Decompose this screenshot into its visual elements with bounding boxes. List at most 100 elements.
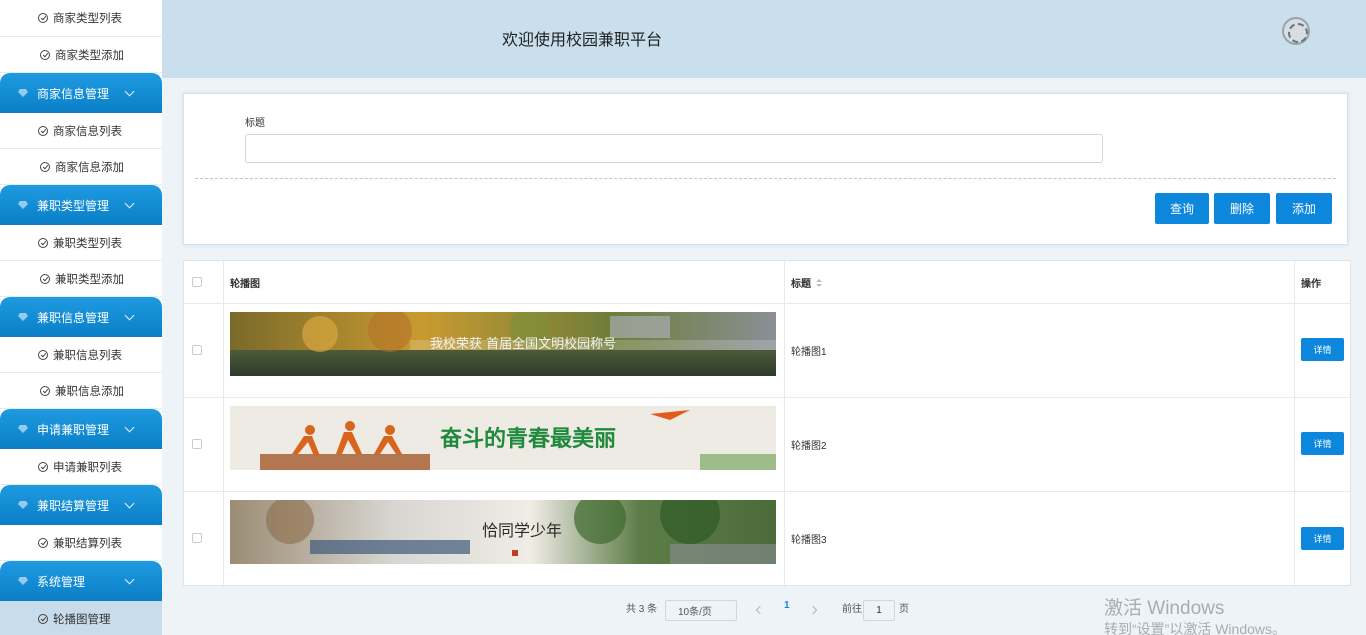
sidebar-item-job-type-list[interactable]: 兼职类型列表 <box>0 225 162 261</box>
diamond-icon <box>18 577 28 585</box>
column-header-action: 操作 <box>1301 279 1321 290</box>
diamond-icon <box>18 89 28 97</box>
sidebar-item-label: 轮播图管理 <box>53 613 111 626</box>
sidebar-item-label: 商家类型列表 <box>53 13 122 25</box>
diamond-icon <box>18 501 28 509</box>
check-circle-icon <box>38 537 48 548</box>
sidebar-group-job-type[interactable]: 兼职类型管理 <box>0 185 162 225</box>
check-circle-icon <box>40 161 50 172</box>
sidebar-group-label: 兼职信息管理 <box>37 310 110 325</box>
page-number-current[interactable]: 1 <box>784 600 790 611</box>
select-all-checkbox[interactable] <box>192 277 202 287</box>
check-circle-icon <box>38 125 48 136</box>
divider <box>195 178 1336 179</box>
sidebar-item-label: 兼职类型列表 <box>53 237 122 250</box>
sidebar: 商家类型列表 商家类型添加 商家信息管理 商家信息列表 商家信息添加 兼职类型管… <box>0 0 162 635</box>
column-divider <box>1294 261 1295 587</box>
sidebar-item-merchant-type-list[interactable]: 商家类型列表 <box>0 0 162 37</box>
carousel-image-1: 我校荣获 首届全国文明校园称号 <box>230 312 776 376</box>
goto-page-input[interactable]: 1 <box>863 600 895 621</box>
sidebar-item-carousel-manage[interactable]: 轮播图管理 <box>0 601 162 635</box>
sidebar-item-label: 商家信息列表 <box>53 125 122 138</box>
windows-activation-title: 激活 Windows <box>1104 598 1225 619</box>
pagination-total: 共 3 条 <box>626 604 658 615</box>
sidebar-item-merchant-info-list[interactable]: 商家信息列表 <box>0 113 162 149</box>
row-divider <box>184 303 1350 304</box>
column-header-image: 轮播图 <box>230 279 260 290</box>
sidebar-group-job-info[interactable]: 兼职信息管理 <box>0 297 162 337</box>
sidebar-item-job-application-list[interactable]: 申请兼职列表 <box>0 449 162 485</box>
detail-button[interactable]: 详情 <box>1301 527 1344 550</box>
prev-page-button[interactable] <box>755 605 765 615</box>
column-header-title[interactable]: 标题 <box>791 275 822 290</box>
check-circle-icon <box>38 349 48 360</box>
banner-text: 恰同学少年 <box>482 521 562 540</box>
column-header-title-label: 标题 <box>791 279 811 290</box>
sidebar-item-label: 兼职信息列表 <box>53 349 122 362</box>
title-search-input[interactable] <box>245 134 1103 163</box>
chevron-right-icon <box>808 605 818 615</box>
chevron-down-icon <box>124 422 135 433</box>
sidebar-group-label: 兼职类型管理 <box>37 198 110 213</box>
detail-button[interactable]: 详情 <box>1301 432 1344 455</box>
checkbox[interactable] <box>192 345 202 355</box>
sidebar-group-job-application[interactable]: 申请兼职管理 <box>0 409 162 449</box>
banner-text: 我校荣获 首届全国文明校园称号 <box>430 336 616 352</box>
add-button[interactable]: 添加 <box>1276 193 1332 224</box>
sidebar-item-label: 申请兼职列表 <box>53 461 122 474</box>
check-circle-icon <box>38 613 48 624</box>
query-button[interactable]: 查询 <box>1155 193 1209 224</box>
row-checkbox[interactable] <box>192 345 202 355</box>
chevron-left-icon <box>755 605 765 615</box>
row-title: 轮播图1 <box>791 347 827 358</box>
sidebar-item-merchant-info-add[interactable]: 商家信息添加 <box>0 149 162 185</box>
chevron-down-icon <box>124 310 135 321</box>
column-divider <box>223 261 224 587</box>
diamond-icon <box>18 425 28 433</box>
windows-activation-hint: 转到“设置”以激活 Windows。 <box>1104 621 1287 635</box>
checkbox[interactable] <box>192 277 202 287</box>
page-title: 欢迎使用校园兼职平台 <box>502 32 663 49</box>
top-header: 欢迎使用校园兼职平台 <box>162 0 1366 78</box>
page-size-select[interactable]: 10条/页 <box>665 600 737 621</box>
row-title: 轮播图3 <box>791 535 827 546</box>
sidebar-group-label: 商家信息管理 <box>37 86 110 101</box>
sort-icon[interactable] <box>816 278 822 287</box>
sidebar-item-merchant-type-add[interactable]: 商家类型添加 <box>0 37 162 73</box>
sidebar-group-system[interactable]: 系统管理 <box>0 561 162 601</box>
goto-page-value[interactable]: 1 <box>863 600 895 621</box>
detail-button[interactable]: 详情 <box>1301 338 1344 361</box>
page-unit-label: 页 <box>899 604 909 615</box>
check-circle-icon <box>40 49 50 60</box>
next-page-button[interactable] <box>808 605 818 615</box>
search-panel: 标题 查询 删除 添加 <box>183 93 1348 245</box>
row-divider <box>184 397 1350 398</box>
sidebar-item-label: 兼职信息添加 <box>55 385 124 398</box>
checkbox[interactable] <box>192 439 202 449</box>
diamond-icon <box>18 201 28 209</box>
sidebar-group-label: 系统管理 <box>37 574 86 589</box>
checkbox[interactable] <box>192 533 202 543</box>
chevron-down-icon <box>124 86 135 97</box>
sidebar-item-job-type-add[interactable]: 兼职类型添加 <box>0 261 162 297</box>
sidebar-item-label: 兼职结算列表 <box>53 537 122 550</box>
goto-label: 前往 <box>842 604 862 615</box>
sidebar-group-job-settlement[interactable]: 兼职结算管理 <box>0 485 162 525</box>
sidebar-item-job-info-add[interactable]: 兼职信息添加 <box>0 373 162 409</box>
row-divider <box>184 491 1350 492</box>
sidebar-group-merchant-info[interactable]: 商家信息管理 <box>0 73 162 113</box>
row-title: 轮播图2 <box>791 441 827 452</box>
chevron-down-icon <box>124 498 135 509</box>
sidebar-item-job-info-list[interactable]: 兼职信息列表 <box>0 337 162 373</box>
sidebar-item-job-settlement-list[interactable]: 兼职结算列表 <box>0 525 162 561</box>
page-size-value[interactable]: 10条/页 <box>665 600 737 621</box>
sidebar-item-label: 兼职类型添加 <box>55 273 124 286</box>
carousel-image-3: 恰同学少年 <box>230 500 776 564</box>
loading-icon <box>1282 17 1310 45</box>
chevron-down-icon <box>124 574 135 585</box>
sidebar-group-label: 兼职结算管理 <box>37 498 110 513</box>
delete-button[interactable]: 删除 <box>1214 193 1270 224</box>
row-checkbox[interactable] <box>192 533 202 543</box>
chevron-down-icon <box>124 198 135 209</box>
row-checkbox[interactable] <box>192 439 202 449</box>
